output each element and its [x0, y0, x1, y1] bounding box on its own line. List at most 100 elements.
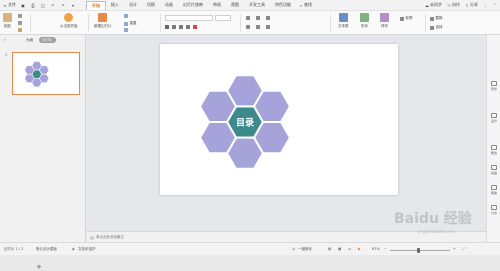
align-left-button[interactable] [246, 25, 252, 29]
align-center-button[interactable] [256, 25, 262, 29]
collapse-ribbon-button[interactable]: ˄ [490, 0, 500, 11]
save-icon: ▣ [21, 2, 25, 8]
tab-design[interactable]: 设计 [124, 1, 142, 10]
textbox-button[interactable]: 文本框 [338, 13, 349, 29]
sidebar-item-animation[interactable]: 动画 [488, 165, 500, 175]
zoom-slider-track[interactable] [390, 250, 450, 251]
zoom-out-icon[interactable]: − [384, 247, 387, 251]
zoom-in-icon[interactable]: + [453, 247, 456, 251]
tab-review[interactable]: 审阅 [208, 1, 226, 10]
italic-icon [172, 25, 176, 29]
tab-outline[interactable]: 大纲 [26, 38, 33, 43]
outline-button[interactable]: 轮廓 [400, 16, 413, 21]
status-bar: 幻灯片 1 / 1 默认设计模板 ◈ 文档未保护 ◎ 一键美化 ▤ ▦ ▭ ▶ … [0, 242, 500, 255]
strike-button[interactable] [186, 25, 192, 29]
panel-collapse-icon[interactable]: « [4, 38, 6, 42]
bold-icon [165, 25, 169, 29]
normal-view-icon[interactable]: ▤ [328, 247, 331, 251]
slide[interactable]: 目录 [160, 44, 398, 195]
tab-view[interactable]: 视图 [226, 1, 244, 10]
font-family-select[interactable] [165, 15, 213, 21]
sidebar-item-shape[interactable]: 形状 [488, 81, 500, 91]
fit-window-icon[interactable]: ⤢ [462, 247, 465, 251]
zoom-slider-thumb[interactable] [417, 248, 420, 253]
replace-button[interactable]: 替换 [430, 16, 443, 21]
sidebar-item-help[interactable]: 帮助 [488, 185, 500, 195]
slide-hexagon[interactable] [198, 89, 238, 123]
tab-features[interactable]: 特色功能 [270, 1, 296, 10]
redo-button[interactable]: ↷ [58, 0, 68, 11]
collab-button[interactable]: ⚇ 协作 [444, 0, 462, 11]
textbox-icon [338, 13, 348, 22]
play-from-current-button[interactable]: 从当前开始 [60, 13, 78, 29]
play-icon[interactable]: ▶ [358, 247, 361, 251]
shape-button[interactable]: 形状 [360, 13, 369, 29]
copy-button[interactable] [18, 21, 24, 25]
undo-button[interactable]: ↶ [48, 0, 58, 11]
slide-hexagon[interactable] [252, 89, 292, 123]
more-button[interactable]: ⋮ [480, 0, 490, 11]
select-button[interactable]: 选择 [430, 25, 443, 30]
thumbnail-hexagon[interactable] [24, 73, 35, 83]
reset-button[interactable]: 重置 [124, 21, 137, 26]
copy-icon [18, 21, 22, 25]
file-menu[interactable]: ≡ 文件 [0, 0, 18, 11]
arrange-button[interactable]: 排列 [380, 13, 389, 29]
zoom-level[interactable]: 67% [372, 247, 380, 251]
undo-icon: ↶ [51, 2, 55, 8]
italic-button[interactable] [172, 25, 178, 29]
font-color-button[interactable] [193, 25, 199, 29]
slide-hexagon[interactable] [198, 121, 238, 155]
underline-button[interactable] [179, 25, 185, 29]
format-painter-button[interactable] [18, 28, 24, 32]
reading-view-icon[interactable]: ▭ [348, 247, 351, 251]
tab-home[interactable]: 开始 [86, 0, 106, 10]
theme-name[interactable]: 默认设计模板 [36, 247, 57, 252]
sync-status[interactable]: ☁ 未同步 [422, 0, 444, 11]
bold-button[interactable] [165, 25, 171, 29]
indent-button[interactable] [266, 16, 272, 20]
sidebar-item-label: 分享 [490, 211, 497, 215]
quick-access-dropdown[interactable]: ▾ [68, 0, 78, 11]
align-right-button[interactable] [266, 25, 272, 29]
divider [240, 14, 241, 32]
slide-title-text[interactable]: 目录 [236, 118, 254, 129]
layout-button[interactable] [124, 14, 130, 18]
sidebar-item-properties[interactable]: 属性 [488, 145, 500, 155]
sorter-view-icon[interactable]: ▦ [338, 247, 341, 251]
right-sidebar: 形状 设计 属性 动画 帮助 分享 [486, 35, 500, 242]
bullets-button[interactable] [246, 16, 252, 20]
paste-button[interactable]: 粘贴 [3, 13, 12, 29]
slide-thumbnail[interactable] [12, 52, 80, 95]
tab-animation[interactable]: 动画 [160, 1, 178, 10]
sidebar-item-label: 属性 [490, 151, 497, 155]
tab-transition[interactable]: 切换 [142, 1, 160, 10]
save-button[interactable]: ▣ [18, 0, 28, 11]
divider [160, 14, 161, 32]
font-color-icon [193, 25, 197, 29]
new-slide-button[interactable]: 新建幻灯片 [94, 13, 112, 29]
sidebar-item-share[interactable]: 分享 [488, 205, 500, 215]
share-button[interactable]: ⇪ 分享 [462, 0, 480, 11]
font-size-select[interactable] [215, 15, 231, 21]
tab-insert[interactable]: 插入 [106, 1, 124, 10]
search-button[interactable]: ⌕ 查找 [296, 0, 314, 11]
thumbnail-hexagon[interactable] [24, 65, 35, 75]
tab-slides[interactable]: 幻灯片 [39, 37, 56, 43]
sidebar-item-design[interactable]: 设计 [488, 113, 500, 123]
chevron-up-icon: ˄ [494, 2, 496, 8]
section-button[interactable] [124, 28, 130, 32]
preview-button[interactable]: ◫ [38, 0, 48, 11]
design-icon [491, 113, 497, 118]
cut-button[interactable] [18, 14, 24, 18]
add-slide-button[interactable]: + [36, 263, 42, 271]
thumbnail-hexagon[interactable] [38, 65, 50, 75]
tab-slideshow[interactable]: 幻灯片放映 [178, 1, 208, 10]
doc-protect-status[interactable]: 文档未保护 [78, 247, 96, 252]
beautify-button[interactable]: 一键美化 [298, 247, 312, 252]
numbering-button[interactable] [256, 16, 262, 20]
textbox-label: 文本框 [338, 24, 349, 28]
tab-developer[interactable]: 开发工具 [244, 1, 270, 10]
properties-icon [491, 145, 497, 150]
print-button[interactable]: ⎙ [28, 0, 38, 11]
